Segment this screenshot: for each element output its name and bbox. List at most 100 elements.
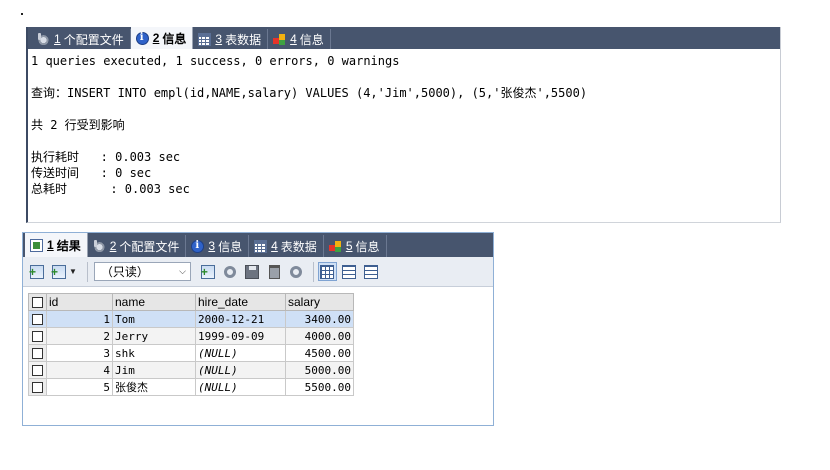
- table-icon: [254, 239, 268, 253]
- column-header-name[interactable]: name: [112, 293, 196, 311]
- cell-hire-date[interactable]: 1999-09-09: [195, 327, 286, 345]
- cell-name[interactable]: 张俊杰: [112, 378, 196, 396]
- message-output: 1 queries executed, 1 success, 0 errors,…: [28, 49, 780, 197]
- text-view-icon: [364, 264, 379, 279]
- table-row[interactable]: 1 Tom 2000-12-21 3400.00: [28, 310, 354, 328]
- tab-number: 2: [109, 239, 117, 253]
- cell-id[interactable]: 1: [46, 310, 113, 328]
- tab-profile[interactable]: 2 个配置文件: [88, 235, 187, 257]
- cell-salary[interactable]: 5500.00: [285, 378, 354, 396]
- save-button[interactable]: [243, 262, 262, 281]
- message-line: 查询：INSERT INTO empl(id,NAME,salary) VALU…: [31, 86, 588, 100]
- results-panel: 1 结果 2 个配置文件 3 信息 4 表数据 5 信息 ▼ （只读）: [22, 232, 494, 426]
- cell-id[interactable]: 5: [46, 378, 113, 396]
- tab-label: 个配置文件: [119, 239, 180, 254]
- table-row[interactable]: 3 shk (NULL) 4500.00: [28, 344, 354, 362]
- cell-id[interactable]: 4: [46, 361, 113, 379]
- form-view-button[interactable]: [340, 262, 359, 281]
- cell-salary[interactable]: 3400.00: [285, 310, 354, 328]
- grid-view-button[interactable]: [317, 262, 337, 281]
- save-icon: [245, 264, 260, 279]
- message-line: 执行耗时 : 0.003 sec: [31, 150, 181, 164]
- gear-icon: [92, 239, 106, 253]
- result-mode-select[interactable]: （只读） ⌵: [93, 262, 191, 281]
- duplicate-icon: [224, 265, 237, 278]
- tab-number: 3: [208, 239, 216, 253]
- trash-icon: [268, 264, 280, 279]
- column-header-id[interactable]: id: [46, 293, 113, 311]
- tab-results-active[interactable]: 1 结果: [25, 233, 88, 257]
- row-checkbox[interactable]: [32, 365, 43, 377]
- row-checkbox-cell[interactable]: [28, 344, 47, 362]
- tab-number: 4: [271, 239, 278, 253]
- table-icon: [198, 32, 212, 46]
- info-icon: [135, 31, 149, 45]
- tab-number: 4: [290, 32, 297, 46]
- tab-label: 信息: [299, 32, 324, 47]
- chevron-down-icon[interactable]: ▼: [69, 267, 77, 276]
- table-row[interactable]: 4 Jim (NULL) 5000.00: [28, 361, 354, 379]
- grid-icon: [320, 264, 335, 279]
- column-header-salary[interactable]: salary: [285, 293, 354, 311]
- row-checkbox-cell[interactable]: [28, 327, 47, 345]
- tab-info-2[interactable]: 5 信息: [324, 235, 387, 257]
- cell-salary[interactable]: 4500.00: [285, 344, 354, 362]
- tab-info[interactable]: 3 信息: [186, 235, 250, 257]
- tab-number: 3: [215, 32, 223, 46]
- row-checkbox[interactable]: [32, 382, 43, 394]
- select-all-checkbox[interactable]: [32, 297, 43, 309]
- row-checkbox-cell[interactable]: [28, 310, 47, 328]
- tab-info-2[interactable]: 4 信息: [268, 29, 331, 49]
- insert-row-button[interactable]: [199, 262, 218, 281]
- tab-number: 1: [54, 32, 61, 46]
- toolbar-divider: [312, 261, 314, 282]
- table-row[interactable]: 2 Jerry 1999-09-09 4000.00: [28, 327, 354, 345]
- row-checkbox[interactable]: [32, 331, 43, 343]
- cell-id[interactable]: 2: [46, 327, 113, 345]
- cell-salary[interactable]: 5000.00: [285, 361, 354, 379]
- cell-name[interactable]: Tom: [112, 310, 196, 328]
- duplicate-row-button[interactable]: [221, 262, 240, 281]
- row-checkbox-cell[interactable]: [28, 378, 47, 396]
- table-row[interactable]: 5 张俊杰 (NULL) 5500.00: [28, 378, 354, 396]
- row-checkbox[interactable]: [32, 314, 43, 326]
- discard-button[interactable]: [287, 262, 306, 281]
- delete-button[interactable]: [265, 262, 284, 281]
- text-view-button[interactable]: [362, 262, 381, 281]
- result-grid: id name hire_date salary 1 Tom 2000-12-2…: [28, 293, 354, 396]
- row-checkbox[interactable]: [32, 348, 43, 360]
- cell-id[interactable]: 3: [46, 344, 113, 362]
- cell-hire-date[interactable]: (NULL): [195, 361, 286, 379]
- message-line: 传送时间 : 0 sec: [31, 166, 152, 180]
- cell-salary[interactable]: 4000.00: [285, 327, 354, 345]
- message-line: 总耗时 : 0.003 sec: [31, 182, 190, 196]
- column-header-hire-date[interactable]: hire_date: [195, 293, 286, 311]
- add-row-button[interactable]: [27, 262, 46, 281]
- blocks-icon: [273, 33, 286, 46]
- export-button[interactable]: [49, 262, 68, 281]
- select-all-cell[interactable]: [28, 293, 47, 311]
- tab-label: 个配置文件: [63, 32, 124, 47]
- cell-hire-date[interactable]: 2000-12-21: [195, 310, 286, 328]
- cell-name[interactable]: Jim: [112, 361, 196, 379]
- gear-icon: [37, 32, 50, 46]
- tab-table-data[interactable]: 4 表数据: [249, 235, 324, 257]
- tab-label: 信息: [355, 239, 380, 254]
- cell-name[interactable]: Jerry: [112, 327, 196, 345]
- tab-info-active[interactable]: 2 信息: [130, 27, 194, 49]
- message-line: 共 2 行受到影响: [31, 118, 125, 132]
- messages-tabbar: 1 个配置文件 2 信息 3 表数据 4 信息: [28, 27, 780, 49]
- cell-name[interactable]: shk: [112, 344, 196, 362]
- tab-table-data[interactable]: 3 表数据: [193, 29, 269, 49]
- info-icon: [191, 239, 205, 253]
- tab-profile[interactable]: 1 个配置文件: [32, 29, 131, 49]
- row-checkbox-cell[interactable]: [28, 361, 47, 379]
- tab-label: 信息: [218, 239, 243, 254]
- messages-panel: 1 个配置文件 2 信息 3 表数据 4 信息 1 queries execut…: [26, 27, 781, 223]
- cell-hire-date[interactable]: (NULL): [195, 344, 286, 362]
- result-mode-value: （只读）: [100, 265, 149, 279]
- cell-hire-date[interactable]: (NULL): [195, 378, 286, 396]
- tab-label: 结果: [56, 238, 81, 253]
- toolbar-divider: [86, 261, 88, 282]
- add-row-icon: [29, 264, 44, 279]
